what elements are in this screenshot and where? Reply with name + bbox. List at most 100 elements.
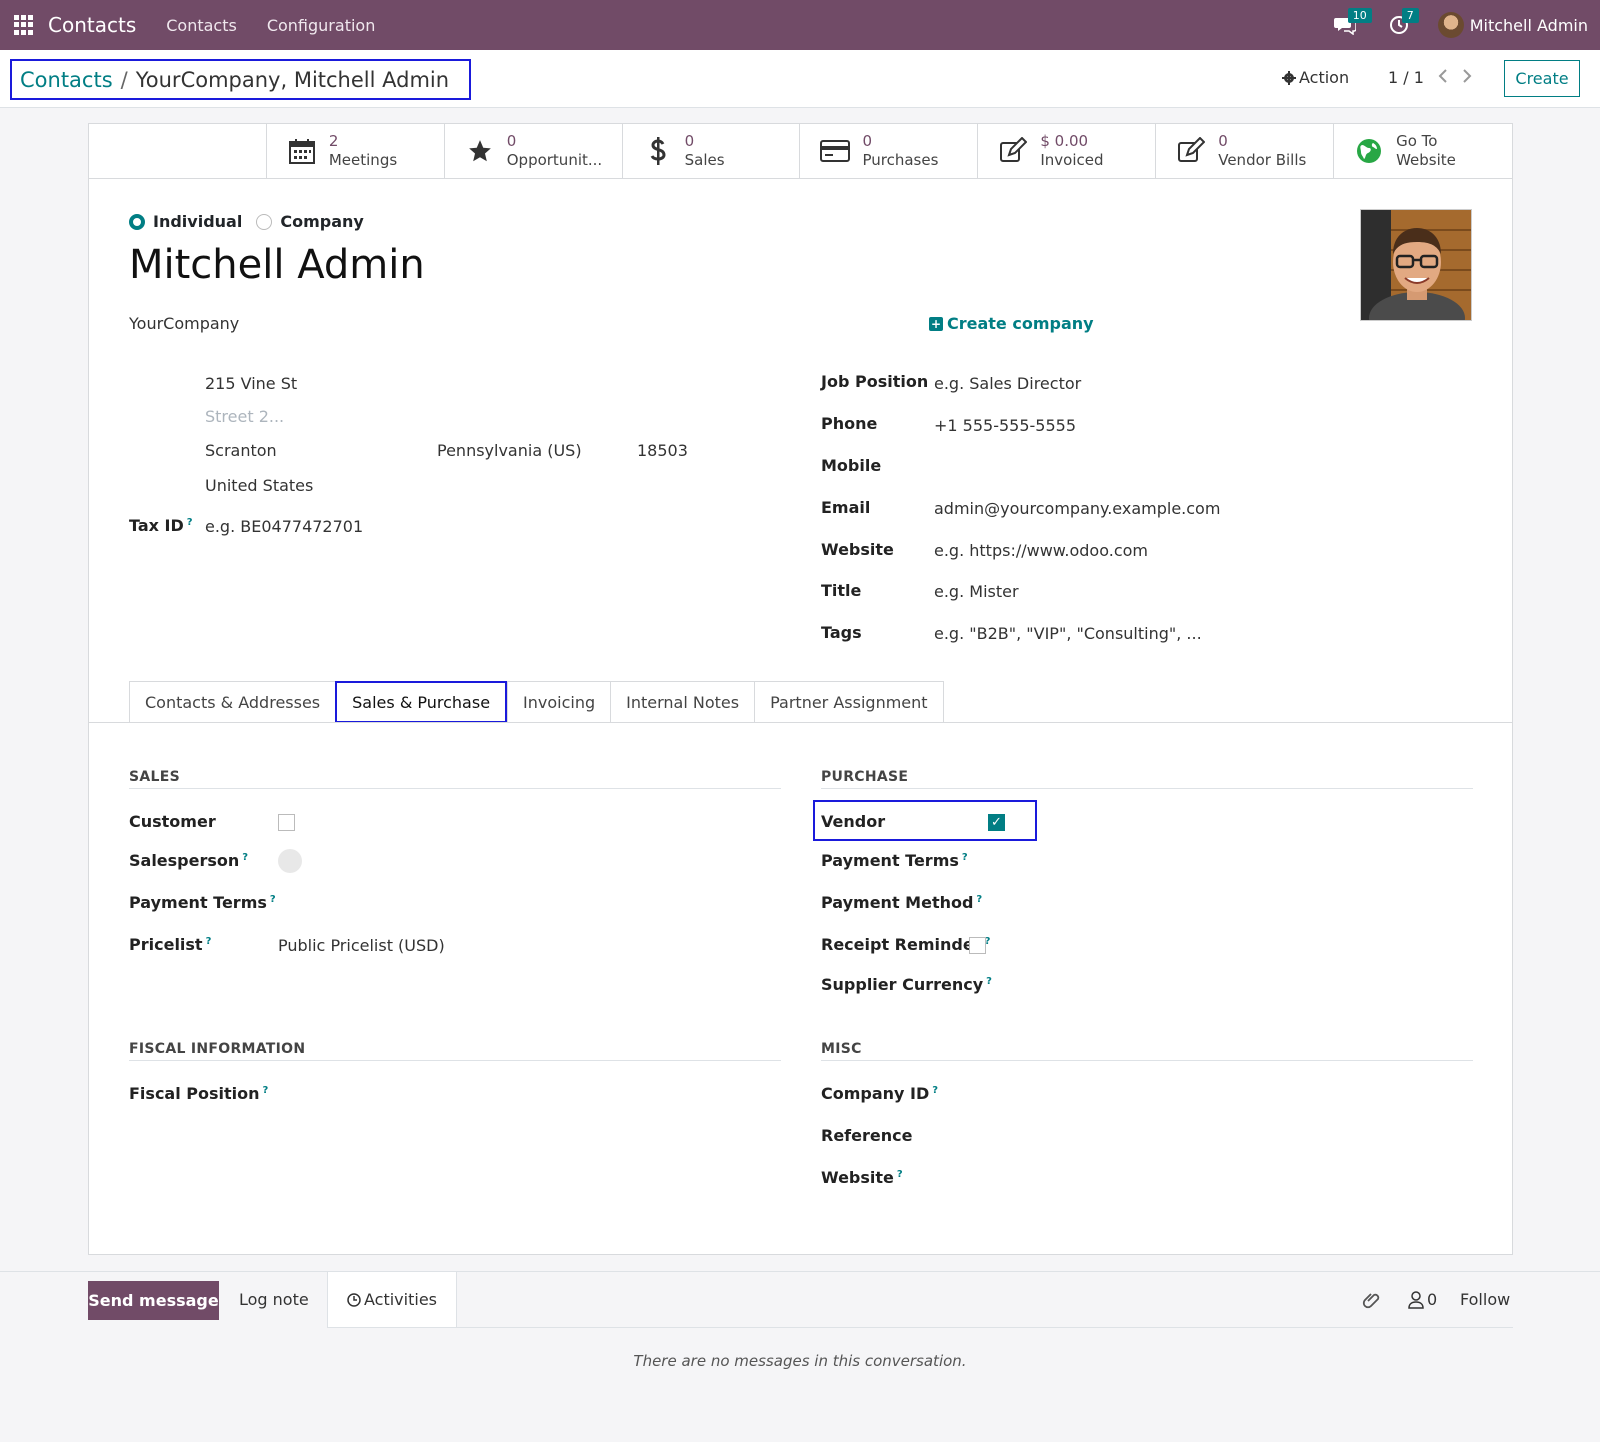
reference-label: Reference [821, 1126, 913, 1145]
salesperson-avatar[interactable] [278, 849, 302, 873]
messages-button[interactable]: 10 [1330, 8, 1372, 40]
opportunities-stat-button[interactable]: 0 Opportunit... [445, 124, 623, 178]
chevron-right-icon[interactable] [1460, 66, 1474, 86]
follow-button[interactable]: Follow [1460, 1290, 1510, 1309]
mobile-label: Mobile [821, 456, 882, 475]
dollar-icon [650, 137, 666, 165]
paperclip-icon [1362, 1293, 1380, 1309]
activities-button[interactable]: 7 [1384, 8, 1419, 40]
customer-label: Customer [129, 812, 216, 831]
job-position-label: Job Position [821, 372, 929, 391]
tab-contacts-addresses[interactable]: Contacts & Addresses [129, 681, 336, 723]
partner-name-input[interactable]: Mitchell Admin [129, 242, 425, 288]
invoiced-stat-button[interactable]: $ 0.00 Invoiced [978, 124, 1157, 178]
credit-card-icon [820, 140, 851, 162]
parent-company-field[interactable]: YourCompany [129, 314, 239, 333]
activities-label: Activities [364, 1290, 437, 1309]
menu-contacts[interactable]: Contacts [166, 16, 237, 35]
email-input[interactable]: admin@yourcompany.example.com [934, 499, 1220, 518]
log-note-button[interactable]: Log note [239, 1290, 309, 1309]
tab-internal-notes[interactable]: Internal Notes [610, 681, 755, 723]
tab-invoicing[interactable]: Invoicing [507, 681, 611, 723]
opportunities-count: 0 [506, 132, 517, 150]
invoiced-label: Invoiced [1040, 151, 1104, 169]
pricelist-select[interactable]: Public Pricelist (USD) [278, 936, 445, 955]
control-panel: Contacts / YourCompany, Mitchell Admin A… [0, 50, 1600, 108]
website-label: Website [821, 540, 894, 559]
top-navbar: Contacts Contacts Configuration 10 7 Mit… [0, 0, 1600, 50]
individual-radio[interactable] [129, 213, 145, 230]
pencil-square-icon [1000, 137, 1028, 162]
company-radio[interactable] [256, 213, 273, 230]
breadcrumb-separator: / [120, 67, 128, 92]
purchases-count: 0 [862, 132, 873, 150]
country-select[interactable]: United States [205, 476, 313, 495]
tab-partner-assignment[interactable]: Partner Assignment [754, 681, 944, 723]
user-menu[interactable]: Mitchell Admin [1470, 16, 1588, 35]
tags-input[interactable]: e.g. "B2B", "VIP", "Consulting", ... [934, 624, 1202, 643]
company-id-label: Company ID? [821, 1084, 939, 1103]
tab-sales-purchase[interactable]: Sales & Purchase [335, 681, 508, 723]
job-position-input[interactable]: e.g. Sales Director [934, 374, 1081, 393]
create-button[interactable]: Create [1504, 60, 1580, 97]
purchase-payment-terms-label: Payment Terms? [821, 851, 968, 870]
street-input[interactable]: 215 Vine St [205, 374, 297, 393]
payment-method-label: Payment Method? [821, 893, 983, 912]
vendor-checkbox[interactable]: ✓ [988, 814, 1005, 831]
tax-id-input[interactable]: e.g. BE0477472701 [205, 517, 363, 536]
create-company-link[interactable]: + Create company [929, 314, 1094, 333]
attachment-button[interactable] [1362, 1290, 1382, 1314]
user-avatar[interactable] [1437, 12, 1464, 38]
vendor-bills-count: 0 [1218, 132, 1228, 150]
sales-stat-button[interactable]: 0 Sales [623, 124, 801, 178]
state-select[interactable]: Pennsylvania (US) [437, 441, 582, 460]
sales-section-title: SALES [129, 769, 180, 785]
stat-button-box: 2 Meetings 0 Opportunit... 0 Sales 0 Purchas… [89, 124, 1512, 179]
phone-input[interactable]: +1 555-555-5555 [934, 416, 1076, 435]
followers-count: 0 [1427, 1290, 1438, 1309]
vendor-bills-stat-button[interactable]: 0 Vendor Bills [1156, 124, 1335, 178]
activities-badge: 7 [1401, 8, 1419, 23]
activities-button[interactable]: Activities [347, 1290, 437, 1309]
purchase-section-title: PURCHASE [821, 769, 909, 785]
receipt-reminder-label: Receipt Reminder? [821, 935, 991, 954]
meetings-label: Meetings [328, 151, 398, 169]
pager-value[interactable]: 1 / 1 [1388, 68, 1424, 87]
zip-input[interactable]: 18503 [637, 441, 688, 460]
avatar-photo-icon [1361, 210, 1471, 320]
partner-photo[interactable] [1360, 209, 1472, 321]
misc-section-title: MISC [821, 1041, 862, 1057]
phone-label: Phone [821, 414, 878, 433]
city-input[interactable]: Scranton [205, 441, 277, 460]
receipt-reminder-checkbox[interactable] [969, 937, 986, 954]
website-input[interactable]: e.g. https://www.odoo.com [934, 541, 1148, 560]
website-label: Website [1396, 151, 1456, 169]
company-label[interactable]: Company [280, 212, 363, 231]
chevron-left-icon[interactable] [1436, 66, 1450, 86]
invoiced-amount: $ 0.00 [1040, 132, 1089, 150]
pricelist-label: Pricelist? [129, 935, 212, 954]
breadcrumb-contacts-link[interactable]: Contacts [20, 68, 113, 92]
go-to-label: Go To [1396, 132, 1438, 150]
action-menu-button[interactable]: Action [1282, 68, 1349, 87]
purchases-label: Purchases [862, 151, 939, 169]
individual-label[interactable]: Individual [153, 212, 242, 231]
customer-checkbox[interactable] [278, 814, 295, 831]
meetings-stat-button[interactable]: 2 Meetings [267, 124, 445, 178]
app-brand[interactable]: Contacts [48, 13, 136, 37]
street2-input[interactable]: Street 2... [205, 407, 284, 426]
supplier-currency-label: Supplier Currency? [821, 975, 992, 994]
opportunities-label: Opportunit... [506, 151, 603, 169]
gear-icon [1282, 70, 1296, 85]
check-icon: ✓ [991, 815, 1002, 830]
vendor-label: Vendor [821, 812, 886, 831]
title-select[interactable]: e.g. Mister [934, 582, 1019, 601]
sales-label: Sales [684, 151, 725, 169]
followers-button[interactable]: 0 [1408, 1290, 1437, 1309]
menu-configuration[interactable]: Configuration [267, 16, 376, 35]
salesperson-label: Salesperson? [129, 851, 249, 870]
send-message-button[interactable]: Send message [88, 1281, 219, 1320]
apps-grid-icon[interactable] [14, 15, 34, 35]
purchases-stat-button[interactable]: 0 Purchases [800, 124, 979, 178]
go-to-website-button[interactable]: Go To Website [1334, 124, 1512, 178]
